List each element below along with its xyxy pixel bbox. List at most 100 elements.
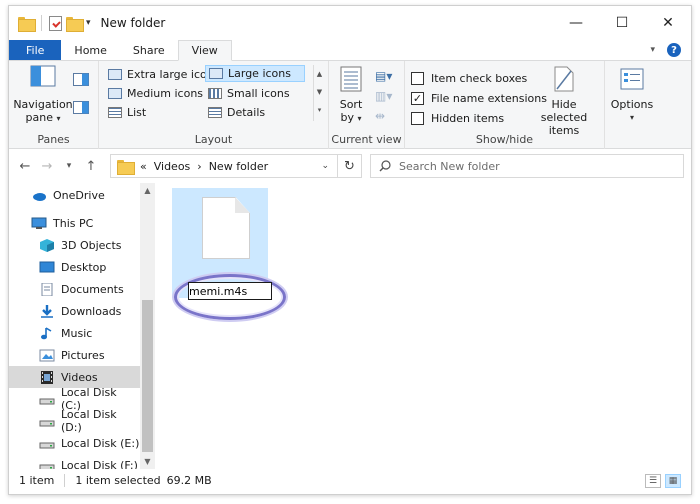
group-by-icon[interactable]: ▤▾: [375, 69, 392, 83]
ribbon-group-layout: Extra large icons Large icons Medium ico…: [99, 61, 329, 149]
disk-icon: [39, 437, 55, 450]
desktop-icon: [39, 261, 55, 274]
disk-icon: [39, 393, 55, 406]
ribbon-group-options: Options ▾: [605, 61, 657, 149]
breadcrumb-videos[interactable]: Videos: [154, 160, 191, 173]
layout-small-icons[interactable]: Small icons: [205, 85, 293, 102]
back-arrow-icon[interactable]: ←: [14, 159, 36, 174]
new-folder-icon[interactable]: [66, 16, 84, 32]
selection-count: 1 item selected: [75, 474, 161, 487]
scroll-up-arrow-icon[interactable]: ▲: [140, 183, 155, 198]
nav-item-local-disk-c[interactable]: Local Disk (C:): [9, 386, 140, 412]
nav-item-music[interactable]: Music: [9, 322, 140, 344]
navigation-pane-button[interactable]: Navigation pane ▾: [13, 65, 73, 125]
folder-icon: [18, 16, 36, 32]
hidden-items-option[interactable]: Hidden items: [411, 112, 504, 125]
up-arrow-icon[interactable]: ↑: [80, 159, 102, 174]
minimize-button[interactable]: —: [553, 6, 599, 40]
size-columns-icon[interactable]: ⇹: [375, 109, 385, 123]
navigation-pane: OneDrive This PC 3D Objects Desktop Document…: [9, 183, 155, 469]
nav-item-videos[interactable]: Videos: [9, 366, 140, 388]
rename-file-input[interactable]: [188, 282, 272, 300]
nav-item-3d-objects[interactable]: 3D Objects: [9, 234, 140, 256]
refresh-button[interactable]: ↻: [338, 154, 362, 178]
item-check-boxes-option[interactable]: Item check boxes: [411, 72, 527, 85]
details-pane-icon[interactable]: [73, 101, 89, 115]
nav-item-pictures[interactable]: Pictures: [9, 344, 140, 366]
close-button[interactable]: ✕: [645, 6, 691, 40]
details-view-button[interactable]: ☰: [645, 473, 661, 488]
options-button[interactable]: Options ▾: [609, 67, 655, 124]
nav-item-label: Music: [61, 326, 93, 340]
quick-access-toolbar: ▾: [9, 6, 91, 40]
breadcrumb-overflow[interactable]: «: [140, 160, 147, 173]
large-icons-view-button[interactable]: ▦: [665, 473, 681, 488]
address-history-chevron-icon[interactable]: ⌄: [321, 161, 337, 171]
layout-list[interactable]: List: [105, 104, 149, 121]
hide-selected-icon: [554, 66, 574, 92]
nav-item-label: Local Disk (E:): [61, 436, 140, 450]
search-box[interactable]: Search New folder: [370, 154, 684, 178]
ribbon-group-show-hide: Item check boxes ✓ File name extensions …: [405, 61, 605, 149]
nav-item-downloads[interactable]: Downloads: [9, 300, 140, 322]
file-list-area[interactable]: [155, 183, 691, 469]
breadcrumb-new-folder[interactable]: New folder: [209, 160, 268, 173]
expand-ribbon-chevron-icon[interactable]: ▾: [650, 45, 655, 55]
tab-share[interactable]: Share: [120, 40, 178, 60]
cloud-icon: [31, 189, 47, 202]
help-icon[interactable]: ?: [667, 43, 681, 57]
address-folder-icon: [117, 159, 135, 175]
layout-large-icons[interactable]: Large icons: [205, 65, 305, 82]
customize-toolbar-chevron-icon[interactable]: ▾: [86, 18, 91, 28]
nav-item-label: OneDrive: [53, 188, 105, 202]
nav-item-label: Documents: [61, 282, 124, 296]
recent-locations-chevron-icon[interactable]: ▾: [58, 161, 80, 171]
scrollbar-thumb[interactable]: [142, 300, 153, 452]
nav-item-local-disk-e[interactable]: Local Disk (E:): [9, 432, 140, 454]
ribbon-tabs: File Home Share View ▾ ?: [9, 40, 691, 61]
tab-file[interactable]: File: [9, 40, 62, 60]
nav-item-documents[interactable]: Documents: [9, 278, 140, 300]
computer-icon: [31, 217, 47, 230]
selection-size: 69.2 MB: [166, 474, 212, 487]
cube-icon: [39, 238, 55, 252]
documents-icon: [39, 282, 55, 296]
address-bar[interactable]: « Videos › New folder ⌄: [110, 154, 338, 178]
window-title: New folder: [100, 16, 166, 30]
nav-item-label: Local Disk (D:): [61, 408, 117, 434]
file-name-extensions-checkbox[interactable]: ✓: [411, 92, 424, 105]
medium-icons-icon: [108, 88, 122, 99]
navigation-bar: ← → ▾ ↑ « Videos › New folder ⌄ ↻ Search…: [9, 149, 691, 183]
item-count: 1 item: [9, 474, 66, 487]
breadcrumb-separator[interactable]: ›: [197, 160, 201, 173]
window-controls: — ☐ ✕: [553, 6, 691, 40]
forward-arrow-icon[interactable]: →: [36, 159, 58, 174]
properties-icon[interactable]: [49, 15, 62, 31]
sort-by-button[interactable]: Sort by ▾: [335, 65, 367, 125]
ribbon-group-current-view: Sort by ▾ ▤▾ ▥▾ ⇹ Current view: [329, 61, 405, 149]
add-columns-icon[interactable]: ▥▾: [375, 89, 392, 103]
ribbon-group-label-layout: Layout: [194, 133, 233, 146]
hide-selected-items-button[interactable]: Hide selected items: [531, 65, 597, 137]
layout-details[interactable]: Details: [205, 104, 268, 121]
hidden-items-checkbox[interactable]: [411, 112, 424, 125]
layout-scroll[interactable]: ▲ ▼ ▾: [313, 65, 325, 121]
maximize-button[interactable]: ☐: [599, 6, 645, 40]
status-bar: 1 item 1 item selected 69.2 MB ☰ ▦: [9, 467, 691, 494]
layout-medium-icons[interactable]: Medium icons: [105, 85, 206, 102]
preview-pane-icon[interactable]: [73, 73, 89, 87]
nav-item-this-pc[interactable]: This PC: [9, 212, 140, 234]
item-check-boxes-checkbox[interactable]: [411, 72, 424, 85]
nav-pane-scrollbar[interactable]: ▲ ▼: [140, 183, 155, 469]
nav-item-label: Videos: [61, 370, 98, 384]
nav-item-desktop[interactable]: Desktop: [9, 256, 140, 278]
nav-item-label: 3D Objects: [61, 238, 122, 252]
tab-view[interactable]: View: [177, 40, 232, 61]
search-placeholder: Search New folder: [399, 159, 500, 173]
ribbon-group-label-panes: Panes: [37, 133, 70, 146]
nav-item-onedrive[interactable]: OneDrive: [9, 184, 140, 206]
navigation-pane-icon: [30, 65, 56, 87]
tab-home[interactable]: Home: [61, 40, 119, 60]
nav-item-local-disk-d[interactable]: Local Disk (D:): [9, 408, 140, 434]
file-name-extensions-option[interactable]: ✓ File name extensions: [411, 92, 547, 105]
